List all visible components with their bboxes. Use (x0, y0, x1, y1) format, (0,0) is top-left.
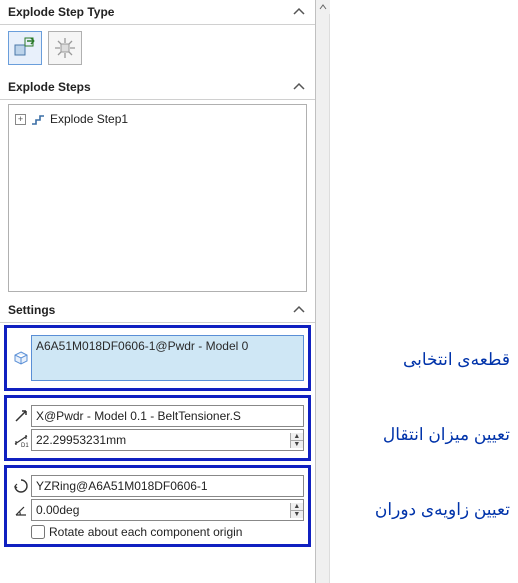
tree-item-label: Explode Step1 (50, 112, 128, 126)
selection-group: A6A51M018DF0606-1@Pwdr - Model 0 (4, 325, 311, 391)
expand-icon[interactable]: + (15, 114, 26, 125)
section-title: Explode Steps (8, 80, 291, 94)
angle-field[interactable]: ▲ ▼ (31, 499, 304, 521)
distance-field[interactable]: ▲ ▼ (31, 429, 304, 451)
tree-item[interactable]: + Explode Step1 (13, 109, 302, 129)
scroll-up-icon[interactable] (316, 0, 330, 14)
section-explode-step-type: Explode Step Type (0, 0, 315, 75)
explode-step-icon (30, 111, 46, 127)
direction-field[interactable] (31, 405, 304, 427)
distance-input[interactable] (32, 433, 290, 447)
explode-type-radial-button[interactable] (48, 31, 82, 65)
scroll-track[interactable] (316, 14, 329, 583)
section-settings: Settings A6A51M018DF0606-1@Pwdr - Model … (0, 298, 315, 557)
spin-up-icon[interactable]: ▲ (291, 503, 303, 510)
chevron-up-icon[interactable] (291, 79, 307, 95)
translation-group: D1 ▲ ▼ (4, 395, 311, 461)
section-title: Settings (8, 303, 291, 317)
annotation-area: قطعه‌ی انتخابی تعیین میزان انتقال تعیین … (330, 0, 518, 583)
radial-step-icon (52, 35, 78, 61)
chevron-up-icon[interactable] (291, 4, 307, 20)
rotation-ref-input[interactable] (32, 479, 303, 493)
spin-up-icon[interactable]: ▲ (291, 433, 303, 440)
angle-spinner: ▲ ▼ (290, 503, 303, 518)
regular-step-icon (12, 35, 38, 61)
rotation-ref-field[interactable] (31, 475, 304, 497)
rotation-axis-icon (11, 475, 31, 497)
angle-icon (11, 499, 31, 521)
component-icon (11, 335, 31, 381)
rotate-origin-label: Rotate about each component origin (49, 525, 242, 539)
panel-scrollbar[interactable] (316, 0, 330, 583)
angle-input[interactable] (32, 503, 290, 517)
direction-input[interactable] (32, 409, 303, 423)
distance-spinner: ▲ ▼ (290, 433, 303, 448)
rotate-origin-checkbox[interactable] (31, 525, 45, 539)
component-selection-box[interactable]: A6A51M018DF0606-1@Pwdr - Model 0 (31, 335, 304, 381)
spin-down-icon[interactable]: ▼ (291, 440, 303, 448)
distance-icon: D1 (11, 429, 31, 451)
annotation-selection: قطعه‌ی انتخابی (403, 350, 510, 370)
rotation-group: ▲ ▼ Rotate about each component origin (4, 465, 311, 547)
explode-type-buttons (0, 25, 315, 75)
selected-component: A6A51M018DF0606-1@Pwdr - Model 0 (36, 339, 248, 353)
explode-steps-tree[interactable]: + Explode Step1 (8, 104, 307, 292)
settings-body: A6A51M018DF0606-1@Pwdr - Model 0 (0, 325, 315, 557)
section-header[interactable]: Settings (0, 298, 315, 323)
spin-down-icon[interactable]: ▼ (291, 510, 303, 518)
annotation-translation: تعیین میزان انتقال (383, 425, 510, 445)
svg-text:D1: D1 (21, 443, 29, 448)
section-title: Explode Step Type (8, 5, 291, 19)
direction-icon (11, 405, 31, 427)
section-header[interactable]: Explode Steps (0, 75, 315, 100)
explode-type-regular-button[interactable] (8, 31, 42, 65)
rotate-origin-row: Rotate about each component origin (11, 523, 304, 539)
section-explode-steps: Explode Steps + Explode Step1 (0, 75, 315, 298)
property-panel: Explode Step Type (0, 0, 316, 583)
section-header[interactable]: Explode Step Type (0, 0, 315, 25)
annotation-rotation: تعیین زاویه‌ی دوران (375, 500, 510, 520)
chevron-up-icon[interactable] (291, 302, 307, 318)
